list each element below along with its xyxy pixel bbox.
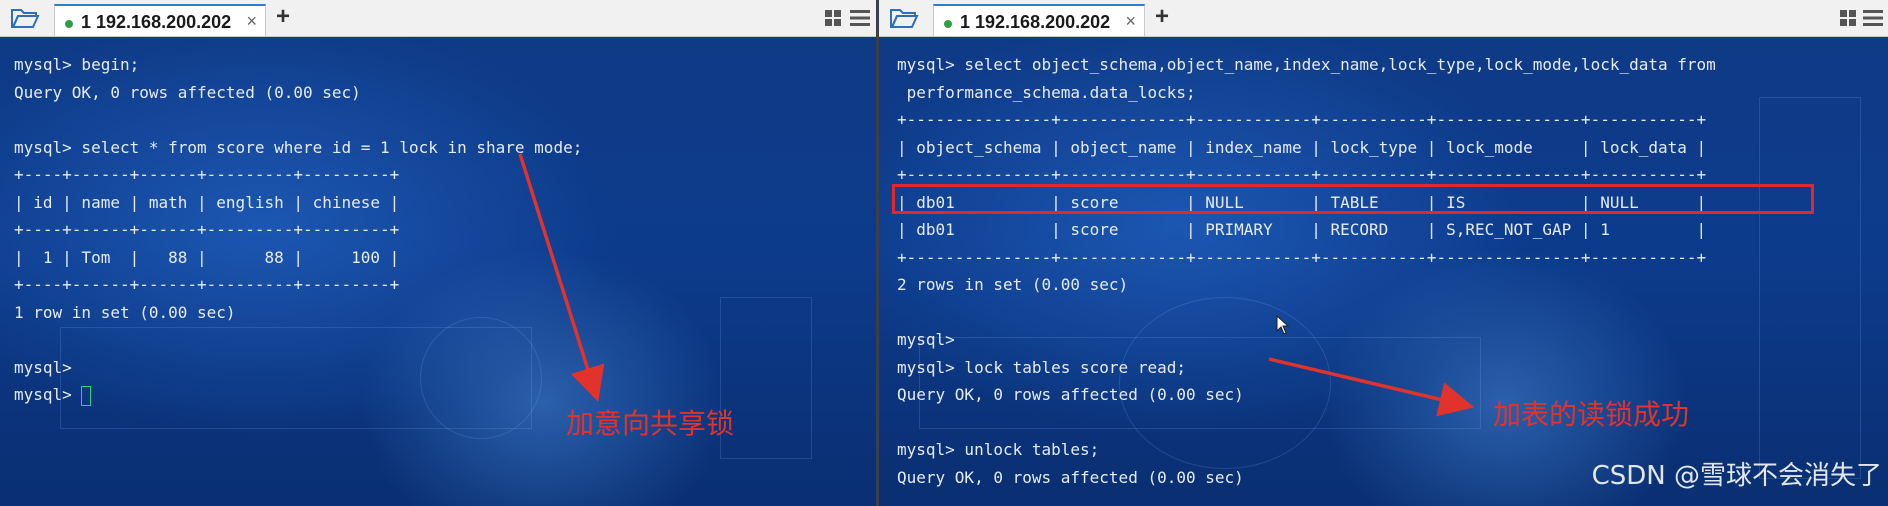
terminal-pane-right: 1 192.168.200.202 × + mysql> select obje… — [879, 0, 1888, 506]
layout-grid-icon[interactable] — [1839, 9, 1857, 27]
annotation-arrow — [1268, 357, 1475, 417]
session-tab[interactable]: 1 192.168.200.202 × — [54, 4, 266, 36]
folder-open-icon[interactable] — [889, 6, 919, 30]
add-tab-icon[interactable]: + — [276, 3, 290, 31]
annotation-arrow — [518, 153, 605, 403]
session-tab[interactable]: 1 192.168.200.202 × — [933, 4, 1145, 36]
terminal-output-right[interactable]: mysql> select object_schema,object_name,… — [879, 37, 1888, 506]
connected-status-icon — [944, 20, 952, 28]
folder-open-icon[interactable] — [10, 6, 40, 30]
tab-bar-left: 1 192.168.200.202 × + — [0, 0, 876, 37]
add-tab-icon[interactable]: + — [1155, 3, 1169, 31]
watermark: CSDN @雪球不会消失了 — [1591, 461, 1882, 491]
tab-label: 1 192.168.200.202 — [960, 12, 1111, 32]
tab-label: 1 192.168.200.202 — [81, 12, 232, 32]
close-icon[interactable]: × — [246, 11, 257, 32]
connected-status-icon — [65, 20, 73, 28]
annotation-label: 加意向共享锁 — [566, 407, 735, 440]
terminal-pane-left: 1 192.168.200.202 × + mysql> begin; Quer… — [0, 0, 876, 506]
tab-bar-right: 1 192.168.200.202 × + — [879, 0, 1888, 37]
layout-grid-icon[interactable] — [824, 9, 842, 27]
close-icon[interactable]: × — [1125, 11, 1136, 32]
terminal-output-left[interactable]: mysql> begin; Query OK, 0 rows affected … — [0, 37, 876, 506]
hamburger-menu-icon[interactable] — [850, 9, 870, 27]
annotation-label: 加表的读锁成功 — [1493, 398, 1690, 431]
hamburger-menu-icon[interactable] — [1863, 9, 1883, 27]
